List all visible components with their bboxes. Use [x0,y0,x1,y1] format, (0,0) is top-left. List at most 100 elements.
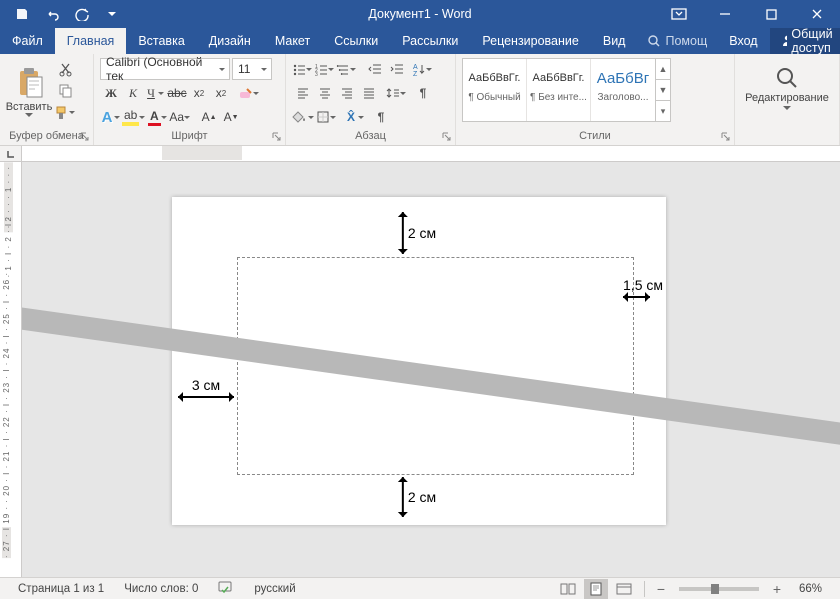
svg-text:A: A [413,64,418,71]
read-mode-button[interactable] [556,579,580,599]
grow-font-button[interactable]: A▲ [198,106,220,128]
format-painter-button[interactable] [54,102,77,123]
editing-menu[interactable]: Редактирование [745,58,829,111]
web-layout-button[interactable] [612,579,636,599]
tell-me-search[interactable]: Помощ [637,34,717,48]
svg-text:Z: Z [413,71,418,76]
tab-mailings[interactable]: Рассылки [390,28,470,54]
bold-button[interactable]: Ж [100,82,122,104]
highlight-button[interactable]: ab [122,106,147,128]
line-spacing-button[interactable] [386,82,408,104]
tell-me-label: Помощ [665,34,707,48]
shrink-font-button[interactable]: A▼ [220,106,242,128]
tab-review[interactable]: Рецензирование [470,28,591,54]
spellcheck-status[interactable] [208,580,244,597]
group-clipboard-title: Буфер обмена [6,130,87,143]
align-center-button[interactable] [314,82,336,104]
close-button[interactable] [794,0,840,28]
decrease-indent-button[interactable] [364,58,386,80]
vertical-ruler[interactable]: · 2 · · · 1 · · · ·· · 1 · I · 2 · I · ·… [0,162,22,577]
styles-dialog-launcher[interactable] [719,130,732,143]
title-bar: Документ1 - Word [0,0,840,28]
qat-customize[interactable] [98,2,126,26]
group-font: Calibri (Основной тек 11 Ж К Ч abc x2 x2… [94,54,286,145]
clear-formatting-button[interactable] [238,82,261,104]
sort-button[interactable]: AZ [412,58,434,80]
style-no-spacing[interactable]: АаБбВвГг.¶ Без инте... [527,59,591,121]
group-font-title: Шрифт [100,130,279,143]
language-status[interactable]: русский [244,583,305,595]
ruler-v-text2: · 19 · · 20 · I · 21 · I · 22 · I · 23 ·… [2,272,11,531]
text-effects-button[interactable]: A [100,106,122,128]
tab-references[interactable]: Ссылки [322,28,390,54]
paste-button[interactable]: Вставить [6,65,52,118]
redo-button[interactable] [68,2,96,26]
share-button[interactable]: Общий доступ [770,28,840,54]
borders-button[interactable] [316,106,338,128]
horizontal-ruler[interactable]: 3 · I · 2 · I · 1 · I · · I · 1 · I · 2 … [22,146,840,162]
undo-button[interactable] [38,2,66,26]
zoom-slider[interactable] [679,587,759,591]
superscript-button[interactable]: x2 [210,82,232,104]
justify-button[interactable] [358,82,380,104]
align-right-button[interactable] [336,82,358,104]
gallery-up[interactable]: ▲ [656,59,670,80]
signin-button[interactable]: Вход [717,28,769,54]
subscript-button[interactable]: x2 [188,82,210,104]
font-size-value: 11 [238,62,250,76]
share-label: Общий доступ [791,27,838,55]
clipboard-dialog-launcher[interactable] [78,130,91,143]
underline-button[interactable]: Ч [144,82,166,104]
font-dialog-launcher[interactable] [270,130,283,143]
tab-selector[interactable] [0,146,22,162]
gallery-more[interactable]: ▾ [656,101,670,121]
tab-insert[interactable]: Вставка [126,28,196,54]
margin-left-arrow [178,396,234,398]
margin-bottom-arrow [402,477,404,517]
zoom-level[interactable]: 66% [789,583,832,595]
font-size-combo[interactable]: 11 [232,58,272,80]
show-marks-button[interactable]: ¶ [412,82,434,104]
print-layout-button[interactable] [584,579,608,599]
tab-home[interactable]: Главная [55,28,127,54]
copy-button[interactable] [54,80,77,101]
margin-right-label: 1,5 см [623,277,663,293]
paragraph-marks-button[interactable]: ¶ [370,106,392,128]
ribbon-options-button[interactable] [656,0,702,28]
strikethrough-button[interactable]: abc [166,82,188,104]
zoom-out-button[interactable]: − [653,581,669,597]
italic-button[interactable]: К [122,82,144,104]
gallery-down[interactable]: ▼ [656,80,670,101]
maximize-button[interactable] [748,0,794,28]
style-name: Заголово... [594,92,652,103]
zoom-in-button[interactable]: + [769,581,785,597]
cut-button[interactable] [54,59,77,80]
font-name-combo[interactable]: Calibri (Основной тек [100,58,230,80]
group-editing: Редактирование [735,54,840,145]
document-area[interactable]: 2 см 2 см 3 см 1,5 см [22,162,840,577]
shading-button[interactable] [292,106,316,128]
group-styles-title: Стили [462,130,728,143]
bullets-button[interactable] [292,58,314,80]
font-color-button[interactable]: A [147,106,169,128]
word-count-status[interactable]: Число слов: 0 [114,583,208,595]
style-normal[interactable]: АаБбВвГг.¶ Обычный [463,59,527,121]
style-heading1[interactable]: АаБбВгЗаголово... [591,59,655,121]
page-number-status[interactable]: Страница 1 из 1 [8,583,114,595]
tab-layout[interactable]: Макет [263,28,322,54]
save-button[interactable] [8,2,36,26]
tab-file[interactable]: Файл [0,28,55,54]
align-left-button[interactable] [292,82,314,104]
tab-design[interactable]: Дизайн [197,28,263,54]
group-paragraph: 123 AZ ¶ X̂ ¶ Абзац [286,54,456,145]
asian-layout-button[interactable]: X̂ [344,106,366,128]
numbering-button[interactable]: 123 [314,58,336,80]
editing-label: Редактирование [745,92,829,104]
minimize-button[interactable] [702,0,748,28]
increase-indent-button[interactable] [386,58,408,80]
change-case-button[interactable]: Aa [169,106,192,128]
font-name-value: Calibri (Основной тек [106,55,215,83]
tab-view[interactable]: Вид [591,28,638,54]
multilevel-button[interactable] [336,58,358,80]
paragraph-dialog-launcher[interactable] [440,130,453,143]
